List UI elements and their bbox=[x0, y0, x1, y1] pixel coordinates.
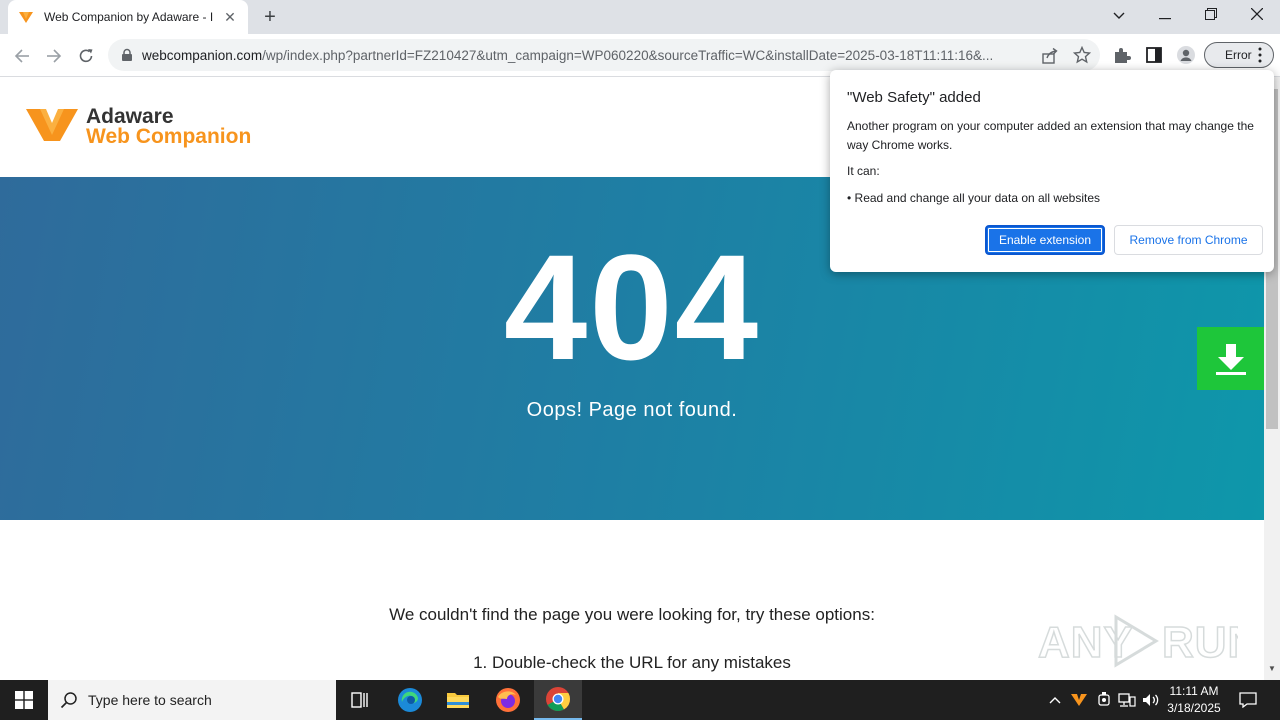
search-icon bbox=[60, 692, 77, 709]
taskbar-search-box[interactable]: Type here to search bbox=[48, 680, 336, 720]
dialog-permission: • Read and change all your data on all w… bbox=[847, 191, 1101, 205]
svg-text:RUN: RUN bbox=[1162, 618, 1238, 667]
share-icon[interactable] bbox=[1041, 47, 1059, 65]
notifications-icon[interactable] bbox=[1236, 680, 1260, 720]
profile-error-chip[interactable]: Error bbox=[1204, 42, 1274, 68]
edge-icon bbox=[398, 688, 422, 712]
url-path: /wp/index.php?partnerId=FZ210427&utm_cam… bbox=[262, 47, 994, 63]
profile-avatar-icon[interactable] bbox=[1176, 45, 1196, 65]
tab-web-companion[interactable]: Web Companion by Adaware - I ✕ bbox=[8, 0, 248, 34]
scroll-down-arrow-icon[interactable]: ▼ bbox=[1268, 665, 1276, 673]
taskbar-firefox[interactable] bbox=[484, 680, 532, 720]
reload-button[interactable] bbox=[74, 44, 98, 68]
remove-from-chrome-button[interactable]: Remove from Chrome bbox=[1114, 225, 1263, 255]
chrome-menu-icon[interactable] bbox=[1257, 47, 1263, 63]
error-chip-label: Error bbox=[1225, 48, 1252, 62]
anyrun-watermark: ANY RUN bbox=[1038, 611, 1238, 671]
svg-text:ANY: ANY bbox=[1038, 618, 1134, 667]
taskbar-chrome[interactable] bbox=[534, 680, 582, 720]
minimize-button[interactable] bbox=[1150, 4, 1180, 26]
tray-overflow-chevron-icon[interactable] bbox=[1046, 680, 1064, 720]
brand-product[interactable]: Web Companion bbox=[86, 125, 251, 149]
enable-extension-button[interactable]: Enable extension bbox=[985, 225, 1105, 255]
task-view-button[interactable] bbox=[336, 680, 384, 720]
adaware-logo-icon[interactable] bbox=[26, 107, 78, 143]
url-text[interactable]: webcompanion.com/wp/index.php?partnerId=… bbox=[142, 48, 1032, 63]
address-bar[interactable]: webcompanion.com/wp/index.php?partnerId=… bbox=[108, 39, 1100, 71]
tab-strip: Web Companion by Adaware - I ✕ + bbox=[0, 0, 1280, 34]
start-button[interactable] bbox=[0, 680, 48, 720]
new-tab-button[interactable]: + bbox=[258, 6, 282, 28]
extension-added-dialog: "Web Safety" added Another program on yo… bbox=[830, 70, 1274, 272]
tray-device-icon[interactable] bbox=[1094, 680, 1114, 720]
forward-button[interactable] bbox=[42, 44, 66, 68]
bookmark-star-icon[interactable] bbox=[1073, 46, 1091, 64]
taskbar-file-explorer[interactable] bbox=[434, 680, 482, 720]
dialog-description: Another program on your computer added a… bbox=[847, 119, 1254, 152]
download-arrow-icon bbox=[1215, 343, 1246, 375]
tray-volume-icon[interactable] bbox=[1140, 680, 1162, 720]
side-panel-icon[interactable] bbox=[1144, 45, 1164, 65]
dialog-can-label: It can: bbox=[847, 164, 880, 178]
windows-taskbar: Type here to search 11:11 AM 3/18/2025 bbox=[0, 680, 1280, 720]
url-host: webcompanion.com bbox=[142, 47, 263, 63]
task-view-icon bbox=[351, 692, 368, 708]
lock-icon[interactable] bbox=[120, 48, 134, 62]
firefox-icon bbox=[496, 688, 520, 712]
tab-close-icon[interactable]: ✕ bbox=[222, 9, 238, 25]
restore-button[interactable] bbox=[1196, 4, 1226, 26]
tray-adaware-icon[interactable] bbox=[1068, 680, 1090, 720]
error-message: Oops! Page not found. bbox=[526, 399, 738, 421]
clock-date: 3/18/2025 bbox=[1167, 701, 1221, 715]
anyrun-logo-icon: ANY RUN bbox=[1038, 614, 1238, 668]
taskbar-edge[interactable] bbox=[386, 680, 434, 720]
dialog-title: "Web Safety" added bbox=[847, 89, 981, 106]
folder-icon bbox=[447, 693, 469, 708]
search-placeholder: Type here to search bbox=[88, 692, 212, 708]
adaware-favicon-icon bbox=[19, 12, 33, 23]
extensions-puzzle-icon[interactable] bbox=[1112, 45, 1132, 65]
tab-title: Web Companion by Adaware - I bbox=[44, 10, 214, 24]
clock-time: 11:11 AM bbox=[1169, 684, 1219, 698]
tray-network-icon[interactable] bbox=[1116, 680, 1138, 720]
close-window-button[interactable] bbox=[1242, 4, 1272, 26]
download-button[interactable] bbox=[1197, 327, 1264, 390]
taskbar-clock[interactable]: 11:11 AM 3/18/2025 bbox=[1162, 683, 1226, 717]
windows-logo-icon bbox=[15, 691, 33, 709]
chrome-icon bbox=[546, 687, 570, 712]
back-button[interactable] bbox=[10, 44, 34, 68]
tab-search-chevron-icon[interactable] bbox=[1104, 4, 1134, 26]
